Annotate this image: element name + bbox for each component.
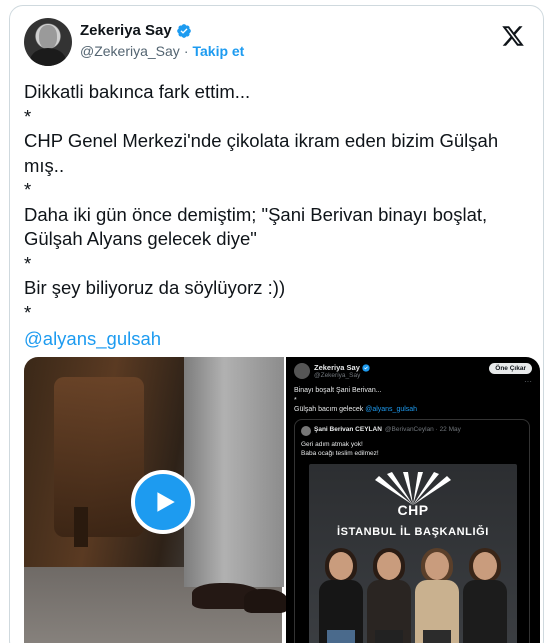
tweet-line: CHP Genel Merkezi'nde çikolata ikram ede… bbox=[24, 130, 499, 151]
embedded-avatar bbox=[294, 363, 310, 379]
quote-line: Baba ocağı teslim edilmez! bbox=[301, 450, 379, 457]
play-button[interactable] bbox=[131, 470, 195, 534]
embedded-pin-button: Öne Çıkar bbox=[489, 363, 532, 374]
quote-handle-date: @BerivanCeylan · 22 May bbox=[384, 426, 461, 433]
person-head bbox=[329, 552, 353, 580]
embedded-more-icon: ··· bbox=[524, 377, 532, 386]
embedded-handle: @Zekeriya_Say bbox=[314, 372, 361, 379]
person-head bbox=[425, 552, 449, 580]
quote-photo: CHP İSTANBUL İL BAŞKANLIĞI bbox=[309, 464, 517, 643]
person-head bbox=[473, 552, 497, 580]
quote-head: Şani Berivan CEYLAN @BerivanCeylan · 22 … bbox=[314, 426, 461, 433]
author-name-row: Zekeriya Say bbox=[80, 22, 192, 39]
embedded-line-text: Gülşah bacım gelecek bbox=[294, 406, 364, 413]
avatar-face bbox=[39, 25, 57, 49]
chp-logo-text: CHP bbox=[397, 502, 429, 518]
embedded-quote: Şani Berivan CEYLAN @BerivanCeylan · 22 … bbox=[294, 419, 530, 643]
mention-link[interactable]: @alyans_gulsah bbox=[24, 327, 529, 352]
chair-leg-image bbox=[74, 507, 88, 547]
tweet-header: Zekeriya Say @Zekeriya_Say · Takip et bbox=[24, 18, 529, 70]
person-figure bbox=[461, 548, 509, 643]
quote-author: Şani Berivan CEYLAN bbox=[314, 426, 382, 433]
tweet-line: * bbox=[24, 179, 32, 200]
quote-avatar bbox=[301, 426, 311, 436]
tweet-text: Dikkatli bakınca fark ettim... * CHP Gen… bbox=[24, 80, 529, 352]
person-legs bbox=[423, 630, 451, 643]
building-sign: İSTANBUL İL BAŞKANLIĞI bbox=[337, 526, 489, 538]
person-legs bbox=[471, 630, 499, 643]
person-figure bbox=[413, 548, 461, 643]
tweet-line: Daha iki gün önce demiştim; "Şani Beriva… bbox=[24, 203, 488, 225]
trouser-image bbox=[184, 357, 284, 587]
media-grid: Zekeriya Say @Zekeriya_Say Öne Çıkar ···… bbox=[24, 357, 540, 643]
play-icon bbox=[157, 492, 175, 512]
avatar-shirt bbox=[30, 48, 66, 66]
quote-line: Geri adım atmak yok! bbox=[301, 441, 363, 448]
separator-dot: · bbox=[183, 43, 189, 59]
person-legs bbox=[327, 630, 355, 643]
follow-button[interactable]: Takip et bbox=[192, 43, 244, 59]
video-thumbnail[interactable] bbox=[24, 357, 288, 643]
author-sub-row: @Zekeriya_Say · Takip et bbox=[80, 43, 244, 59]
embedded-mention: @alyans_gulsah bbox=[365, 406, 418, 413]
x-logo-icon[interactable] bbox=[501, 24, 525, 48]
embedded-author-row: Zekeriya Say bbox=[314, 363, 370, 372]
avatar[interactable] bbox=[24, 18, 72, 66]
author-handle[interactable]: @Zekeriya_Say bbox=[80, 43, 180, 59]
tweet-card[interactable]: Zekeriya Say @Zekeriya_Say · Takip et Di… bbox=[9, 5, 544, 643]
author-name[interactable]: Zekeriya Say bbox=[80, 22, 172, 39]
tweet-line: * bbox=[24, 252, 32, 274]
tweet-line: Bir şey biliyoruz da söylüyorz :)) bbox=[24, 277, 286, 298]
shoe-image bbox=[244, 589, 288, 613]
embedded-author-name: Zekeriya Say bbox=[314, 363, 360, 372]
tweet-line: * bbox=[24, 301, 32, 323]
tweet-line: Dikkatli bakınca fark ettim... bbox=[24, 81, 251, 102]
person-legs bbox=[375, 630, 403, 643]
embedded-line: Binayı boşalt Şani Berivan... bbox=[294, 387, 382, 394]
person-head bbox=[377, 552, 401, 580]
embedded-line: Gülşah bacım gelecek @alyans_gulsah bbox=[294, 406, 417, 413]
embedded-tweet-screenshot[interactable]: Zekeriya Say @Zekeriya_Say Öne Çıkar ···… bbox=[286, 357, 540, 643]
chair-image bbox=[54, 377, 144, 537]
tweet-line: Gülşah Alyans gelecek diye" bbox=[24, 228, 257, 249]
chp-arrows-icon bbox=[375, 472, 451, 505]
embedded-line: * bbox=[294, 397, 297, 404]
tweet-line: mış.. bbox=[24, 154, 65, 176]
tweet-line: * bbox=[24, 105, 32, 127]
verified-badge-icon bbox=[362, 363, 370, 372]
person-figure bbox=[317, 548, 365, 643]
verified-badge-icon bbox=[176, 23, 191, 38]
person-figure bbox=[365, 548, 413, 643]
